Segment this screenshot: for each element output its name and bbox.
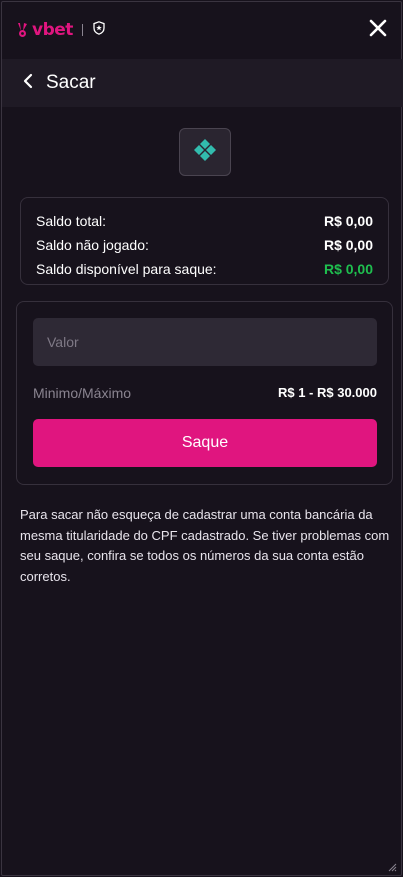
withdraw-modal: vbet Sacar Saldo total: R$ 0,00 Saldo nã… <box>1 1 403 876</box>
withdraw-info-text: Para sacar não esqueça de cadastrar uma … <box>20 507 390 584</box>
pix-icon <box>192 137 218 168</box>
close-icon <box>369 19 387 42</box>
balance-row-available: Saldo disponível para saque: R$ 0,00 <box>36 257 373 281</box>
withdraw-button[interactable]: Saque <box>33 419 377 467</box>
brand-logo[interactable]: vbet <box>16 20 73 40</box>
brand-divider <box>81 24 83 36</box>
withdraw-form: Minimo/Máximo R$ 1 - R$ 30.000 Saque <box>16 301 393 485</box>
page-title: Sacar <box>46 72 96 93</box>
withdraw-limits: Minimo/Máximo R$ 1 - R$ 30.000 <box>33 385 377 401</box>
balance-value: R$ 0,00 <box>323 237 373 253</box>
top-bar: vbet <box>2 2 403 58</box>
balance-label: Saldo total: <box>36 213 107 229</box>
brand-name: vbet <box>32 20 73 40</box>
balance-summary: Saldo total: R$ 0,00 Saldo não jogado: R… <box>20 197 389 285</box>
close-button[interactable] <box>365 17 391 43</box>
page-header: Sacar <box>2 59 403 107</box>
amount-input[interactable] <box>33 318 377 366</box>
shield-star-icon <box>93 20 105 40</box>
balance-row-unplayed: Saldo não jogado: R$ 0,00 <box>36 233 373 257</box>
balance-value: R$ 0,00 <box>323 213 373 229</box>
limits-label: Minimo/Máximo <box>33 385 132 401</box>
balance-value-available: R$ 0,00 <box>323 261 373 277</box>
payment-method-pix[interactable] <box>179 128 231 176</box>
vbet-logo-icon <box>16 22 30 38</box>
balance-row-total: Saldo total: R$ 0,00 <box>36 209 373 233</box>
back-button[interactable] <box>18 73 38 93</box>
balance-label: Saldo não jogado: <box>36 237 149 253</box>
resize-grip-icon[interactable] <box>385 859 397 872</box>
chevron-left-icon <box>22 73 34 94</box>
limits-value: R$ 1 - R$ 30.000 <box>277 385 377 400</box>
balance-label: Saldo disponível para saque: <box>36 261 217 277</box>
